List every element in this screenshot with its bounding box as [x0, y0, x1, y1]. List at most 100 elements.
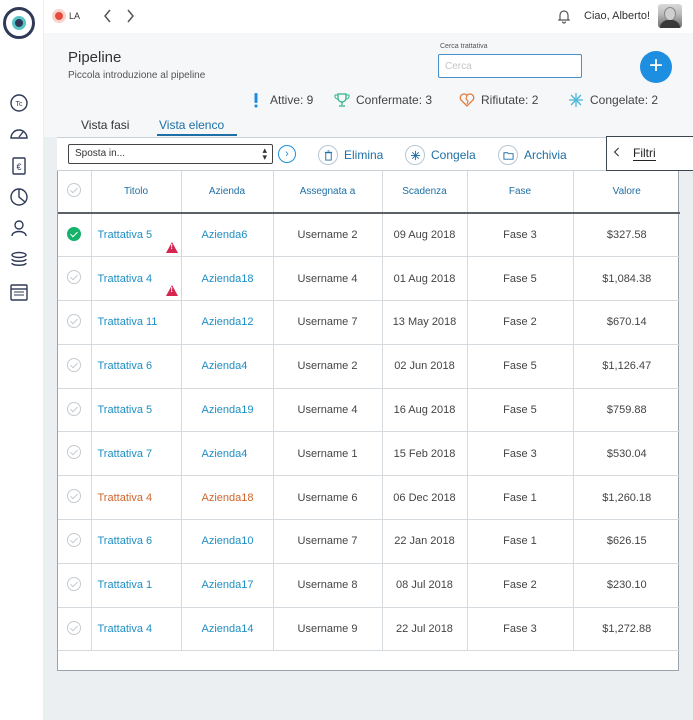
filters-button[interactable]: Filtri: [606, 136, 693, 171]
calendar-icon[interactable]: [9, 282, 29, 302]
bulk-actions-toolbar: Sposta in... ▴ ▾ › Elimina Congela Archiv…: [57, 137, 679, 171]
snowflake-icon: [568, 92, 584, 108]
check-icon: [67, 532, 82, 547]
row-checkbox[interactable]: [58, 388, 92, 433]
forward-arrow-icon[interactable]: [123, 7, 137, 25]
company-link[interactable]: Azienda14: [181, 607, 274, 652]
delete-button[interactable]: Elimina: [318, 144, 383, 166]
deal-title-link[interactable]: Trattativa 5: [91, 388, 182, 433]
check-icon: [67, 489, 82, 504]
move-go-button[interactable]: ›: [278, 145, 296, 163]
dashboard-icon[interactable]: [9, 124, 29, 144]
row-checkbox[interactable]: [58, 475, 92, 521]
table-row[interactable]: Trattativa 6 Azienda4 Username 2 02 Jun …: [58, 344, 680, 389]
company-link[interactable]: Azienda6: [181, 213, 274, 258]
tab-vista-fasi[interactable]: Vista fasi: [81, 118, 129, 132]
deal-title-link[interactable]: Trattativa 1: [91, 563, 182, 608]
check-icon: [67, 183, 82, 197]
deal-title-link[interactable]: Trattativa 6: [91, 344, 182, 389]
freeze-button[interactable]: Congela: [405, 144, 476, 166]
assignee: Username 2: [273, 344, 383, 389]
table-row[interactable]: Trattativa 4 Azienda18 Username 6 06 Dec…: [58, 475, 680, 521]
table-row[interactable]: Trattativa 7 Azienda4 Username 1 15 Feb …: [58, 431, 680, 477]
user-greeting[interactable]: Ciao, Alberto!: [584, 10, 650, 22]
company-link[interactable]: Azienda4: [181, 431, 274, 477]
status-dot-icon: [55, 12, 63, 20]
row-checkbox[interactable]: [58, 256, 92, 302]
value: $1,084.38: [573, 256, 680, 302]
archive-button[interactable]: Archivia: [498, 144, 567, 166]
bell-icon[interactable]: [556, 8, 572, 24]
column-header-valore[interactable]: Valore: [573, 171, 680, 214]
company-link[interactable]: Azienda17: [181, 563, 274, 608]
table-row[interactable]: Trattativa 1 Azienda17 Username 8 08 Jul…: [58, 563, 680, 608]
company-link[interactable]: Azienda12: [181, 300, 274, 345]
table-row[interactable]: Trattativa 6 Azienda10 Username 7 22 Jan…: [58, 519, 680, 564]
deal-title-link[interactable]: Trattativa 5!: [91, 213, 182, 258]
archive-label: Archivia: [524, 148, 567, 162]
user-icon[interactable]: [9, 218, 29, 238]
deal-title-link[interactable]: Trattativa 6: [91, 519, 182, 564]
stat-congelate: Congelate: 2: [568, 92, 658, 108]
search-input[interactable]: [438, 54, 582, 78]
due-date: 22 Jan 2018: [382, 519, 468, 564]
phase: Fase 3: [467, 213, 574, 258]
warning-icon: !: [165, 285, 178, 297]
column-header-scadenza[interactable]: Scadenza: [382, 171, 468, 214]
euro-icon[interactable]: €: [9, 156, 29, 176]
avatar[interactable]: [658, 4, 682, 28]
column-header-azienda[interactable]: Azienda: [181, 171, 274, 214]
company-link[interactable]: Azienda18: [181, 475, 274, 521]
company-link[interactable]: Azienda18: [181, 256, 274, 302]
deal-title-link[interactable]: Trattativa 4: [91, 607, 182, 652]
add-deal-button[interactable]: +: [640, 51, 672, 83]
tab-vista-elenco[interactable]: Vista elenco: [159, 118, 224, 132]
tc-icon[interactable]: Tc: [9, 93, 29, 113]
deal-title-link[interactable]: Trattativa 11: [91, 300, 182, 345]
row-checkbox[interactable]: [58, 344, 92, 389]
move-to-select[interactable]: Sposta in... ▴ ▾: [68, 144, 273, 164]
phase: Fase 2: [467, 563, 574, 608]
pie-chart-icon[interactable]: [9, 187, 29, 207]
deal-title[interactable]: Trattativa 4: [98, 273, 153, 285]
row-checkbox[interactable]: [58, 431, 92, 477]
company-link[interactable]: Azienda19: [181, 388, 274, 433]
row-checkbox[interactable]: [58, 213, 92, 258]
phase: Fase 5: [467, 256, 574, 302]
select-all-checkbox[interactable]: [58, 171, 92, 214]
deal-title-link[interactable]: Trattativa 7: [91, 431, 182, 477]
stat-rifiutate-label: Rifiutate: 2: [481, 93, 539, 107]
table-row[interactable]: Trattativa 5 Azienda19 Username 4 16 Aug…: [58, 388, 680, 433]
company-link[interactable]: Azienda4: [181, 344, 274, 389]
company-link[interactable]: Azienda10: [181, 519, 274, 564]
row-checkbox[interactable]: [58, 519, 92, 564]
due-date: 06 Dec 2018: [382, 475, 468, 521]
table-row[interactable]: Trattativa 11 Azienda12 Username 7 13 Ma…: [58, 300, 680, 345]
value: $1,260.18: [573, 475, 680, 521]
column-header-fase[interactable]: Fase: [467, 171, 574, 214]
stat-confermate-label: Confermate: 3: [356, 93, 433, 107]
table-row[interactable]: Trattativa 4! Azienda18 Username 4 01 Au…: [58, 256, 680, 302]
column-header-assegnata[interactable]: Assegnata a: [273, 171, 383, 214]
column-header-titolo[interactable]: Titolo: [91, 171, 182, 214]
deal-title[interactable]: Trattativa 5: [98, 229, 153, 241]
row-checkbox[interactable]: [58, 607, 92, 652]
svg-text:Tc: Tc: [16, 101, 24, 108]
due-date: 16 Aug 2018: [382, 388, 468, 433]
value: $626.15: [573, 519, 680, 564]
row-checkbox[interactable]: [58, 563, 92, 608]
stat-congelate-label: Congelate: 2: [590, 93, 659, 107]
exclamation-icon: [248, 92, 264, 108]
table-row[interactable]: Trattativa 4 Azienda14 Username 9 22 Jul…: [58, 607, 680, 652]
logo[interactable]: [3, 7, 35, 39]
table-row[interactable]: Trattativa 5! Azienda6 Username 2 09 Aug…: [58, 213, 680, 258]
deal-title-link[interactable]: Trattativa 4!: [91, 256, 182, 302]
phase: Fase 3: [467, 431, 574, 477]
back-arrow-icon[interactable]: [101, 7, 115, 25]
deal-title-link[interactable]: Trattativa 4: [91, 475, 182, 521]
broken-heart-icon: [459, 92, 475, 108]
due-date: 15 Feb 2018: [382, 431, 468, 477]
row-checkbox[interactable]: [58, 300, 92, 345]
deals-table: Titolo Azienda Assegnata a Scadenza Fase…: [57, 171, 680, 671]
stack-icon[interactable]: [9, 250, 29, 270]
